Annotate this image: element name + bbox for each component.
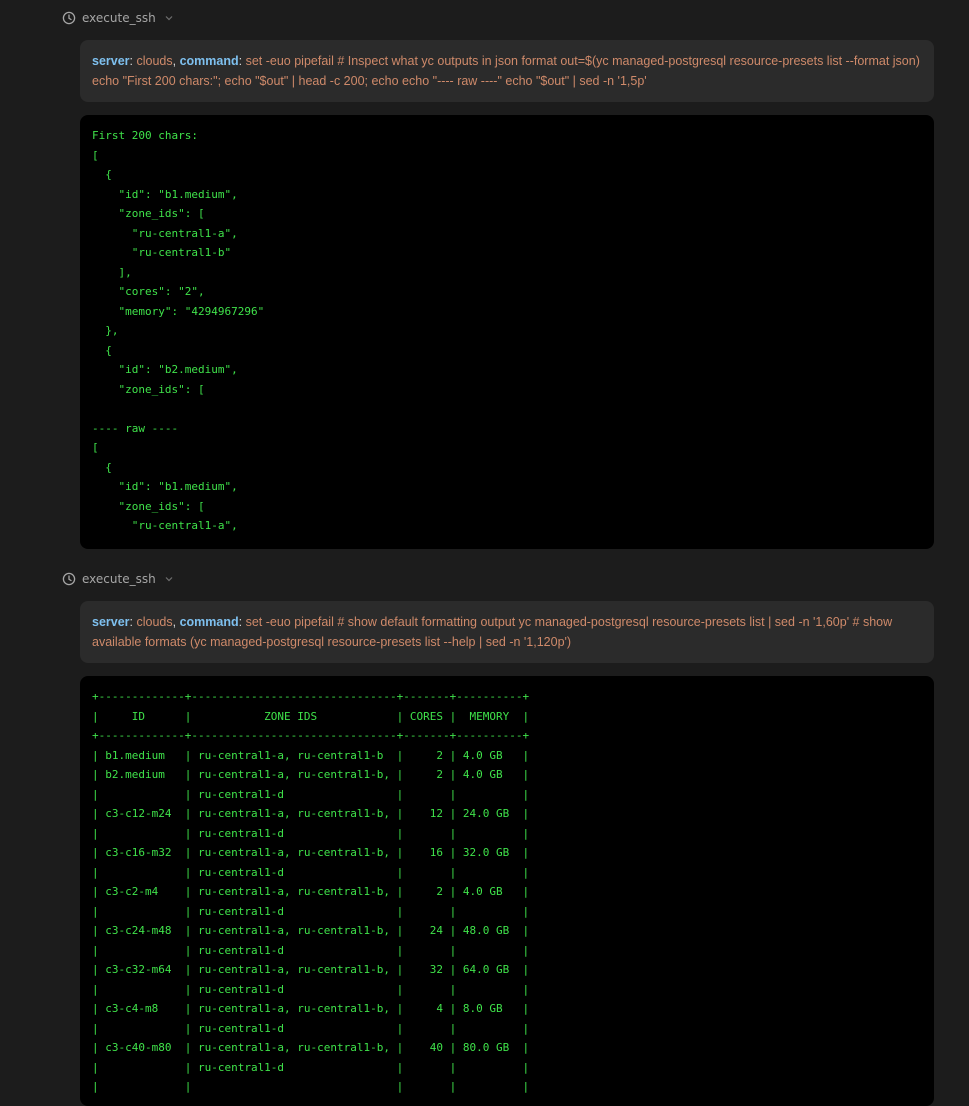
terminal-output-text: First 200 chars: [ { "id": "b1.medium", "…: [92, 126, 922, 536]
terminal-line: | b1.medium | ru-central1-a, ru-central1…: [92, 748, 530, 762]
comma: ,: [172, 615, 180, 629]
terminal-line: +-------------+-------------------------…: [92, 729, 530, 742]
tool-name: execute_ssh: [82, 11, 156, 25]
terminal-output-text: +-------------+-------------------------…: [92, 687, 922, 1097]
terminal-line: "zone_ids": [: [92, 207, 205, 220]
colon: :: [129, 615, 137, 629]
terminal-line: | c3-c16-m32 | ru-central1-a, ru-central…: [92, 846, 530, 859]
terminal-line: "ru-central1-a",: [92, 519, 238, 532]
clock-icon: [62, 572, 76, 586]
terminal-line: | | ru-central1-d | | |: [92, 1021, 530, 1035]
terminal-line: | c3-c32-m64 | ru-central1-a, ru-central…: [92, 963, 530, 976]
tool-call-header[interactable]: execute_ssh: [62, 572, 174, 586]
terminal-line: | | ru-central1-d | | |: [92, 904, 530, 918]
terminal-line: | | ru-central1-d | | |: [92, 1060, 530, 1074]
terminal-line: +-------------+-------------------------…: [92, 690, 530, 703]
command-label: command: [179, 615, 239, 629]
colon: :: [129, 54, 137, 68]
chevron-down-icon[interactable]: [164, 574, 174, 584]
chevron-down-icon[interactable]: [164, 13, 174, 23]
terminal-line: | | ru-central1-d | | |: [92, 826, 530, 840]
server-value: clouds: [136, 615, 173, 629]
terminal-line: {: [92, 343, 112, 357]
terminal-line: | c3-c4-m8 | ru-central1-a, ru-central1-…: [92, 1002, 530, 1015]
command-box: server: clouds, command: set -euo pipefa…: [80, 601, 934, 663]
terminal-line: [: [92, 441, 99, 454]
terminal-line: | | | | |: [92, 1080, 530, 1093]
terminal-line: ---- raw ----: [92, 421, 179, 435]
terminal-line: | ID | ZONE IDS | CORES | MEMORY |: [92, 709, 530, 723]
colon: :: [238, 615, 246, 629]
comma: ,: [172, 54, 180, 68]
terminal-line: | | ru-central1-d | | |: [92, 982, 530, 996]
clock-icon: [62, 11, 76, 25]
server-label: server: [92, 615, 130, 629]
terminal-line: {: [92, 168, 112, 181]
terminal-line: First 200 chars:: [92, 129, 198, 142]
terminal-line: "memory": "4294967296": [92, 304, 265, 318]
terminal-line: "ru-central1-b": [92, 246, 232, 259]
colon: :: [238, 54, 246, 68]
terminal-line: {: [92, 460, 112, 474]
terminal-line: | c3-c2-m4 | ru-central1-a, ru-central1-…: [92, 885, 530, 898]
terminal-line: "zone_ids": [: [92, 499, 205, 513]
tool-call-header[interactable]: execute_ssh: [62, 11, 174, 25]
terminal-output: +-------------+-------------------------…: [80, 676, 934, 1106]
terminal-line: | | ru-central1-d | | |: [92, 865, 530, 879]
terminal-line: "id": "b1.medium",: [92, 187, 238, 201]
terminal-line: ],: [92, 265, 132, 279]
terminal-line: "zone_ids": [: [92, 382, 205, 396]
terminal-line: "id": "b2.medium",: [92, 363, 238, 376]
command-label: command: [179, 54, 239, 68]
terminal-line: | c3-c24-m48 | ru-central1-a, ru-central…: [92, 924, 530, 937]
terminal-line: "id": "b1.medium",: [92, 480, 238, 493]
terminal-line: },: [92, 324, 119, 337]
command-box: server: clouds, command: set -euo pipefa…: [80, 40, 934, 102]
terminal-line: | | ru-central1-d | | |: [92, 943, 530, 957]
terminal-line: | c3-c12-m24 | ru-central1-a, ru-central…: [92, 807, 530, 820]
server-label: server: [92, 54, 130, 68]
server-value: clouds: [136, 54, 173, 68]
terminal-line: | | ru-central1-d | | |: [92, 787, 530, 801]
terminal-line: [: [92, 148, 99, 162]
terminal-line: "cores": "2",: [92, 285, 205, 298]
terminal-line: "ru-central1-a",: [92, 226, 238, 240]
terminal-line: | b2.medium | ru-central1-a, ru-central1…: [92, 768, 530, 781]
tool-name: execute_ssh: [82, 572, 156, 586]
terminal-output: First 200 chars: [ { "id": "b1.medium", "…: [80, 115, 934, 549]
terminal-line: | c3-c40-m80 | ru-central1-a, ru-central…: [92, 1041, 530, 1054]
